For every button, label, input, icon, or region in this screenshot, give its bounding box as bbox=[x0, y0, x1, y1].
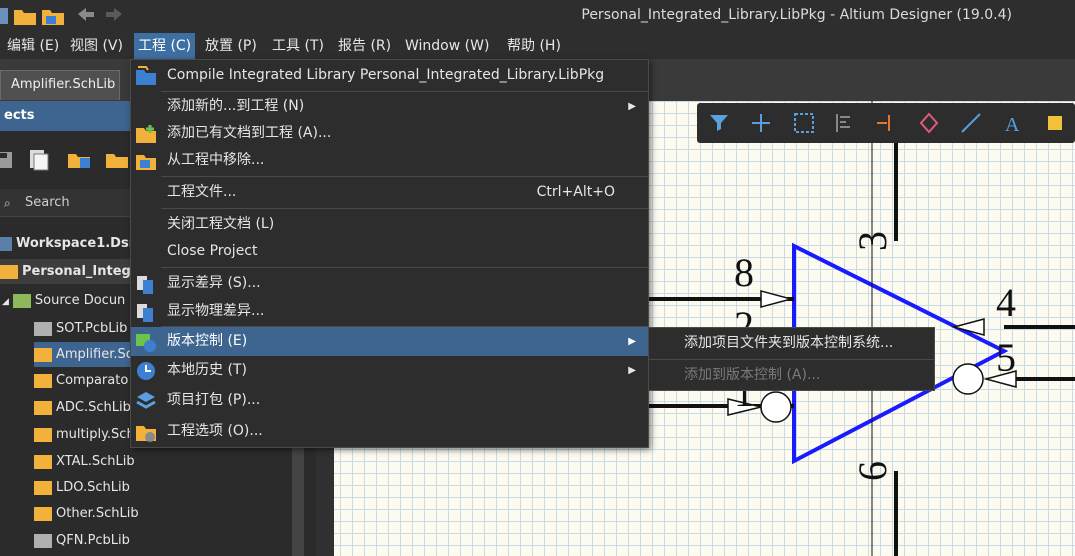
document-tab-label: Amplifier.SchLib bbox=[11, 77, 116, 92]
tree-file-selected[interactable]: Amplifier.Sc bbox=[34, 342, 134, 367]
menu-item-close-documents[interactable]: 关闭工程文档 (L) bbox=[131, 210, 648, 239]
schlib-file-icon bbox=[34, 506, 52, 521]
polygon-tool-icon[interactable] bbox=[917, 111, 941, 135]
differences-icon bbox=[137, 276, 153, 294]
schlib-file-icon bbox=[34, 347, 52, 362]
menu-item-project-documents[interactable]: 工程文件... Ctrl+Alt+O bbox=[131, 178, 648, 207]
compile-document-icon[interactable] bbox=[26, 148, 52, 172]
menu-separator bbox=[161, 267, 648, 268]
project-options-icon[interactable] bbox=[104, 148, 130, 172]
tree-file[interactable]: Other.SchLib bbox=[34, 501, 139, 526]
quick-access-toolbar[interactable] bbox=[0, 4, 130, 28]
pin-label: 3 bbox=[850, 231, 895, 251]
tree-project[interactable]: Personal_Integr bbox=[0, 259, 137, 284]
menu-item-project-options[interactable]: 工程选项 (O)... bbox=[131, 417, 648, 446]
tree-file[interactable]: multiply.Sch bbox=[34, 422, 135, 447]
menu-project[interactable]: 工程 (C) bbox=[134, 33, 196, 59]
compile-icon bbox=[136, 66, 156, 85]
physical-differences-icon bbox=[137, 304, 153, 322]
libpkg-icon bbox=[0, 264, 18, 279]
submenu-arrow-icon: ▶ bbox=[628, 336, 636, 347]
pin-label: 6 bbox=[850, 461, 895, 481]
svg-text:A: A bbox=[1005, 114, 1020, 135]
tree-file[interactable]: SOT.PcbLib bbox=[34, 316, 127, 341]
menu-view[interactable]: 视图 (V) bbox=[66, 33, 127, 59]
menu-shortcut: Ctrl+Alt+O bbox=[536, 184, 615, 200]
schlib-file-icon bbox=[34, 427, 52, 442]
align-icon[interactable] bbox=[833, 111, 857, 135]
tree-source-folder[interactable]: ◢ Source Docun bbox=[2, 288, 125, 313]
window-title: Personal_Integrated_Library.LibPkg - Alt… bbox=[581, 7, 1012, 23]
package-icon bbox=[136, 392, 156, 409]
pin-label: 5 bbox=[996, 335, 1016, 380]
folder-icon bbox=[12, 293, 31, 308]
remove-document-icon bbox=[136, 155, 156, 170]
text-tool-icon[interactable]: A bbox=[1001, 111, 1025, 135]
menu-reports[interactable]: 报告 (R) bbox=[334, 33, 395, 59]
menu-place[interactable]: 放置 (P) bbox=[201, 33, 261, 59]
menu-edit[interactable]: 编辑 (E) bbox=[3, 33, 63, 59]
schlib-file-icon bbox=[34, 454, 52, 469]
menu-separator bbox=[161, 176, 648, 177]
menu-tools[interactable]: 工具 (T) bbox=[268, 33, 328, 59]
tree-file[interactable]: XTAL.SchLib bbox=[34, 449, 135, 474]
pin-label: 4 bbox=[996, 280, 1016, 325]
component-icon[interactable] bbox=[1043, 111, 1067, 135]
menu-help[interactable]: 帮助 (H) bbox=[503, 33, 565, 59]
submenu-item-add-folder[interactable]: 添加项目文件夹到版本控制系统... bbox=[684, 329, 893, 357]
menu-item-remove[interactable]: 从工程中移除... bbox=[131, 146, 648, 175]
menu-item-show-differences[interactable]: 显示差异 (S)... bbox=[131, 269, 648, 298]
open-folder-icon[interactable] bbox=[66, 148, 92, 172]
submenu-item-add-to-vcs: 添加到版本控制 (A)... bbox=[684, 367, 821, 383]
pin-label: 8 bbox=[734, 250, 754, 295]
active-bar: A bbox=[697, 103, 1075, 143]
menu-separator bbox=[649, 359, 934, 360]
menu-item-close-project[interactable]: Close Project bbox=[131, 237, 648, 266]
clock-icon bbox=[137, 362, 155, 380]
menu-item-compile[interactable]: Compile Integrated Library Personal_Inte… bbox=[131, 61, 648, 90]
filter-icon[interactable] bbox=[707, 111, 731, 135]
submenu-arrow-icon: ▶ bbox=[628, 365, 636, 376]
tree-file[interactable]: Comparato bbox=[34, 368, 128, 393]
schlib-file-icon bbox=[34, 400, 52, 415]
add-document-icon bbox=[136, 125, 156, 143]
schlib-file-icon bbox=[34, 480, 52, 495]
pcblib-file-icon bbox=[34, 321, 52, 336]
crosshair-icon[interactable] bbox=[749, 111, 773, 135]
menu-separator bbox=[161, 208, 648, 209]
tree-file[interactable]: QFN.PcbLib bbox=[34, 528, 130, 553]
menu-item-add-existing[interactable]: 添加已有文档到工程 (A)... bbox=[131, 119, 648, 148]
project-options-icon bbox=[136, 426, 156, 442]
line-tool-icon[interactable] bbox=[959, 111, 983, 135]
menu-item-add-new[interactable]: 添加新的...到工程 (N) ▶ bbox=[131, 92, 648, 121]
search-icon: ⌕ bbox=[4, 196, 11, 210]
menu-item-local-history[interactable]: 本地历史 (T) ▶ bbox=[131, 356, 648, 385]
menu-window[interactable]: Window (W) bbox=[401, 33, 493, 59]
select-icon[interactable] bbox=[792, 111, 816, 135]
search-placeholder: Search bbox=[25, 195, 70, 210]
tree-file[interactable]: LDO.SchLib bbox=[34, 475, 130, 500]
document-tab-amplifier[interactable]: Amplifier.SchLib bbox=[0, 70, 120, 100]
save-icon[interactable] bbox=[0, 148, 20, 172]
menu-item-project-packager[interactable]: 项目打包 (P)... bbox=[131, 386, 648, 415]
menu-bar: 编辑 (E) 视图 (V) 工程 (C) 放置 (P) 工具 (T) 报告 (R… bbox=[0, 33, 1075, 59]
schlib-file-icon bbox=[34, 373, 52, 388]
pin-tool-icon[interactable] bbox=[875, 111, 899, 135]
tree-file[interactable]: ADC.SchLib bbox=[34, 395, 131, 420]
title-bar: Personal_Integrated_Library.LibPkg - Alt… bbox=[0, 0, 1075, 33]
pcblib-file-icon bbox=[34, 533, 52, 548]
workspace-icon bbox=[0, 236, 12, 251]
collapse-arrow-icon: ◢ bbox=[2, 297, 9, 307]
version-control-submenu: 添加项目文件夹到版本控制系统... 添加到版本控制 (A)... bbox=[648, 327, 935, 391]
project-menu-dropdown: Compile Integrated Library Personal_Inte… bbox=[130, 59, 649, 448]
menu-item-version-control[interactable]: 版本控制 (E) ▶ bbox=[131, 327, 648, 356]
version-control-icon bbox=[136, 334, 156, 352]
submenu-arrow-icon: ▶ bbox=[628, 101, 636, 112]
menu-item-show-physical-differences[interactable]: 显示物理差异... bbox=[131, 297, 648, 326]
